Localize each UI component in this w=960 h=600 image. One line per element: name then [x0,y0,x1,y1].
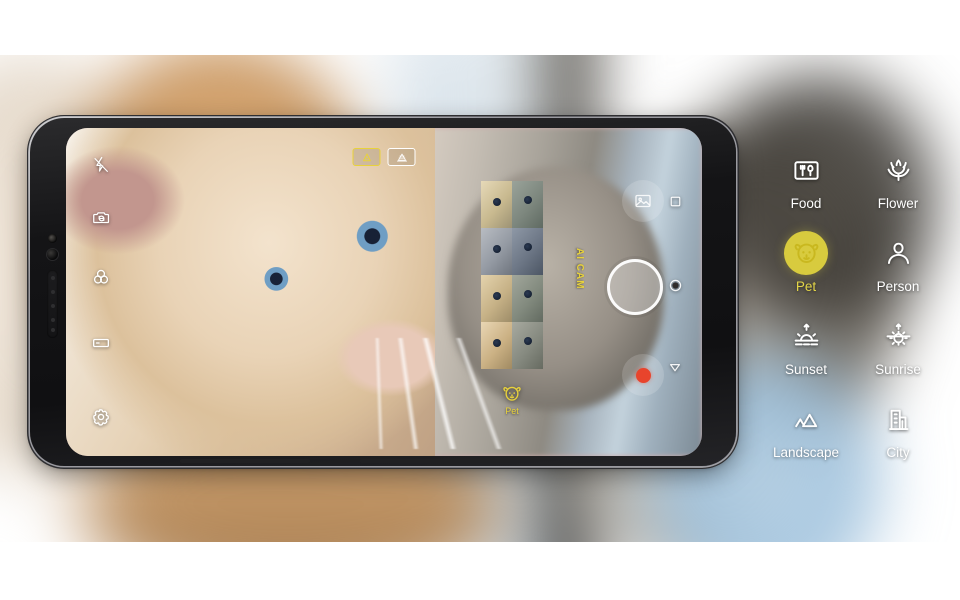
sunrise-icon [876,314,920,358]
front-camera-lens-icon [48,234,57,243]
scene-mode-label: Food [790,196,822,211]
filter-frame-selected[interactable] [481,322,543,369]
ai-triangle-icon [362,152,371,161]
earpiece-speaker [47,270,58,338]
buildings-icon [876,397,920,441]
filter-frame[interactable] [481,228,543,275]
hdr-layers-icon [396,153,407,161]
color-filter-icon [93,269,109,284]
camera-switch-button[interactable] [86,202,116,232]
bottom-port-left [180,459,310,463]
camera-ui-overlay: AI CAM Pet [66,128,702,456]
recents-button[interactable] [658,184,692,218]
phone-screen: AI CAM Pet [66,128,702,456]
filter-frame[interactable] [481,181,543,228]
scene-mode-flower[interactable]: Flower [854,148,942,211]
android-nav-bar [658,128,692,456]
pet-face-icon [784,231,828,275]
ai-scene-badge[interactable] [352,148,381,166]
detected-scene-tag: Pet [481,383,543,416]
aspect-ratio-button[interactable] [86,328,116,358]
settings-gear-icon [93,409,109,426]
flash-off-button[interactable] [86,150,116,180]
camera-left-toolbar [86,128,126,456]
filter-frame[interactable] [481,275,543,322]
person-icon [876,231,920,275]
scene-mode-label: City [886,445,910,460]
sunset-icon [784,314,828,358]
scene-mode-landscape[interactable]: Landscape [762,397,850,460]
flash-off-icon [94,156,108,172]
scene-mode-label: Landscape [772,445,840,460]
scene-mode-label: Sunset [784,362,828,377]
food-tray-icon [784,148,828,192]
square-recents-icon [670,196,680,206]
record-dot-icon [635,367,651,383]
scene-mode-pet[interactable]: Pet [762,231,850,294]
scene-mode-sunset[interactable]: Sunset [762,314,850,377]
smartphone-device: AI CAM Pet [30,118,736,466]
mountain-icon [784,397,828,441]
pet-face-icon [501,383,523,405]
scene-mode-food[interactable]: Food [762,148,850,211]
scene-mode-panel: Food Flower Pet Person Sunset Sunrise La… [762,148,942,460]
scene-mode-label: Pet [795,279,817,294]
settings-button[interactable] [86,402,116,432]
gallery-image-icon [635,194,651,208]
top-status-badges [352,148,416,166]
hdr-badge[interactable] [387,148,416,166]
back-button[interactable] [658,350,692,384]
triangle-back-icon [670,364,680,372]
color-filter-button[interactable] [86,262,116,292]
camera-switch-icon [92,211,109,223]
ai-filter-strip[interactable] [481,181,543,369]
scene-mode-person[interactable]: Person [854,231,942,294]
home-button[interactable] [658,268,692,302]
scene-mode-label: Flower [877,196,919,211]
ai-cam-label: AI CAM [574,248,585,290]
bottom-port-right [360,459,510,463]
scene-mode-label: Person [876,279,920,294]
aspect-ratio-icon [93,338,110,348]
scene-mode-label: Sunrise [875,362,921,377]
circle-home-icon [669,279,681,291]
shutter-button[interactable] [607,259,663,315]
scene-mode-sunrise[interactable]: Sunrise [854,314,942,377]
flower-icon [876,148,920,192]
proximity-sensor-icon [47,249,58,260]
scene-mode-city[interactable]: City [854,397,942,460]
detected-scene-label: Pet [505,406,519,416]
